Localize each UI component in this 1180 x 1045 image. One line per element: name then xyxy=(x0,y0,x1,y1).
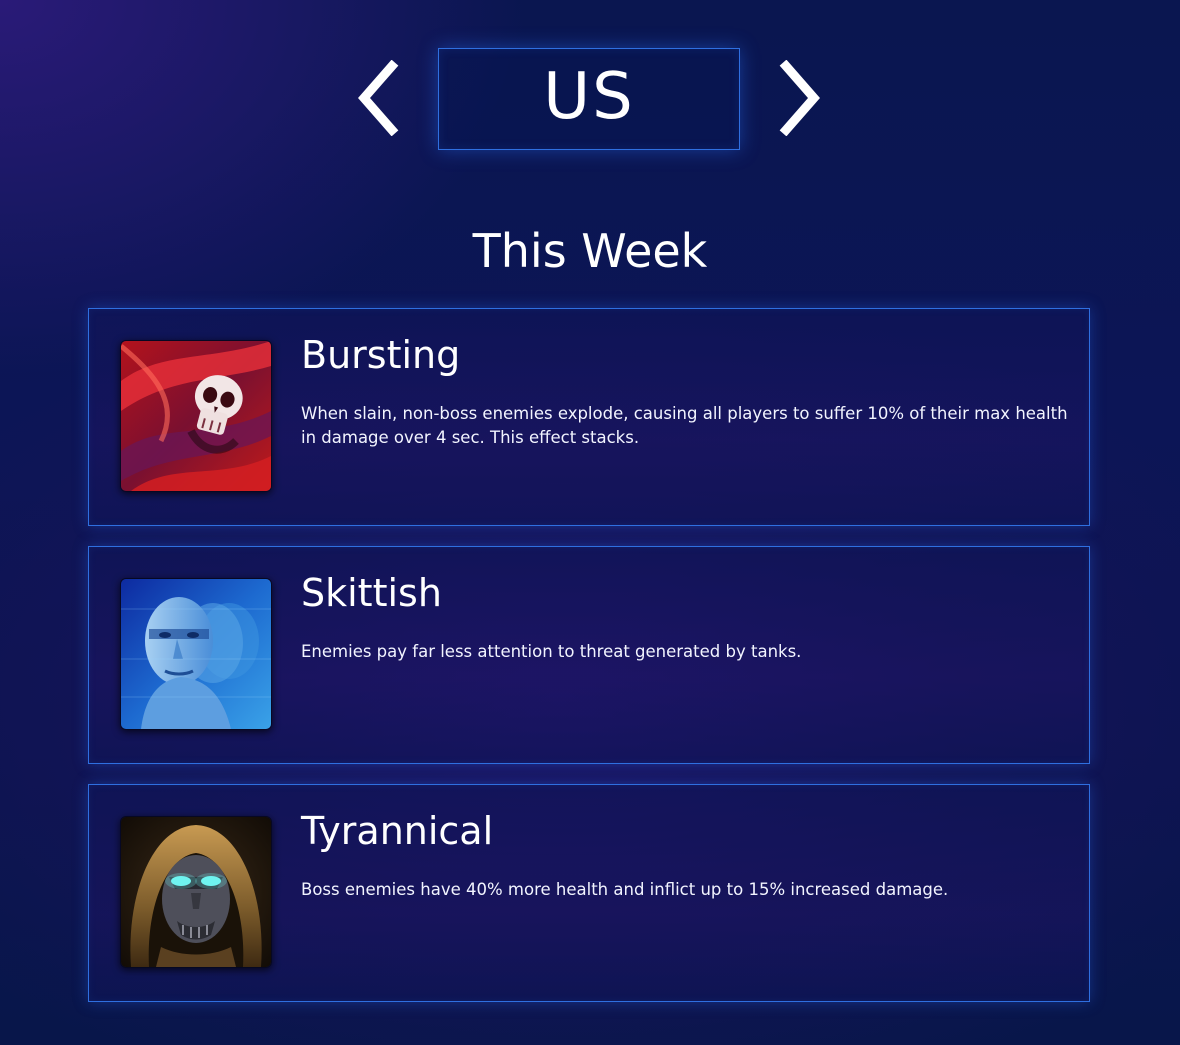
affix-description: Boss enemies have 40% more health and in… xyxy=(301,880,949,899)
affix-name: Skittish xyxy=(301,571,442,615)
affix-name: Bursting xyxy=(301,333,461,377)
region-label: US xyxy=(543,60,635,134)
affix-card-bursting: Bursting When slain, non-boss enemies ex… xyxy=(88,308,1090,526)
affix-name: Tyrannical xyxy=(301,809,494,853)
bursting-skull-icon xyxy=(120,340,272,492)
tyrannical-hooded-icon xyxy=(120,816,272,968)
region-selector: US xyxy=(0,0,1180,160)
affix-list: Bursting When slain, non-boss enemies ex… xyxy=(88,308,1090,1002)
affix-description: Enemies pay far less attention to threat… xyxy=(301,642,802,661)
affix-card-tyrannical: Tyrannical Boss enemies have 40% more he… xyxy=(88,784,1090,1002)
section-title: This Week xyxy=(472,224,708,278)
chevron-right-icon[interactable] xyxy=(778,60,824,136)
chevron-left-icon[interactable] xyxy=(354,60,400,136)
affix-description: When slain, non-boss enemies explode, ca… xyxy=(301,404,1068,447)
skittish-face-icon xyxy=(120,578,272,730)
affix-card-skittish: Skittish Enemies pay far less attention … xyxy=(88,546,1090,764)
region-button[interactable]: US xyxy=(438,48,740,150)
